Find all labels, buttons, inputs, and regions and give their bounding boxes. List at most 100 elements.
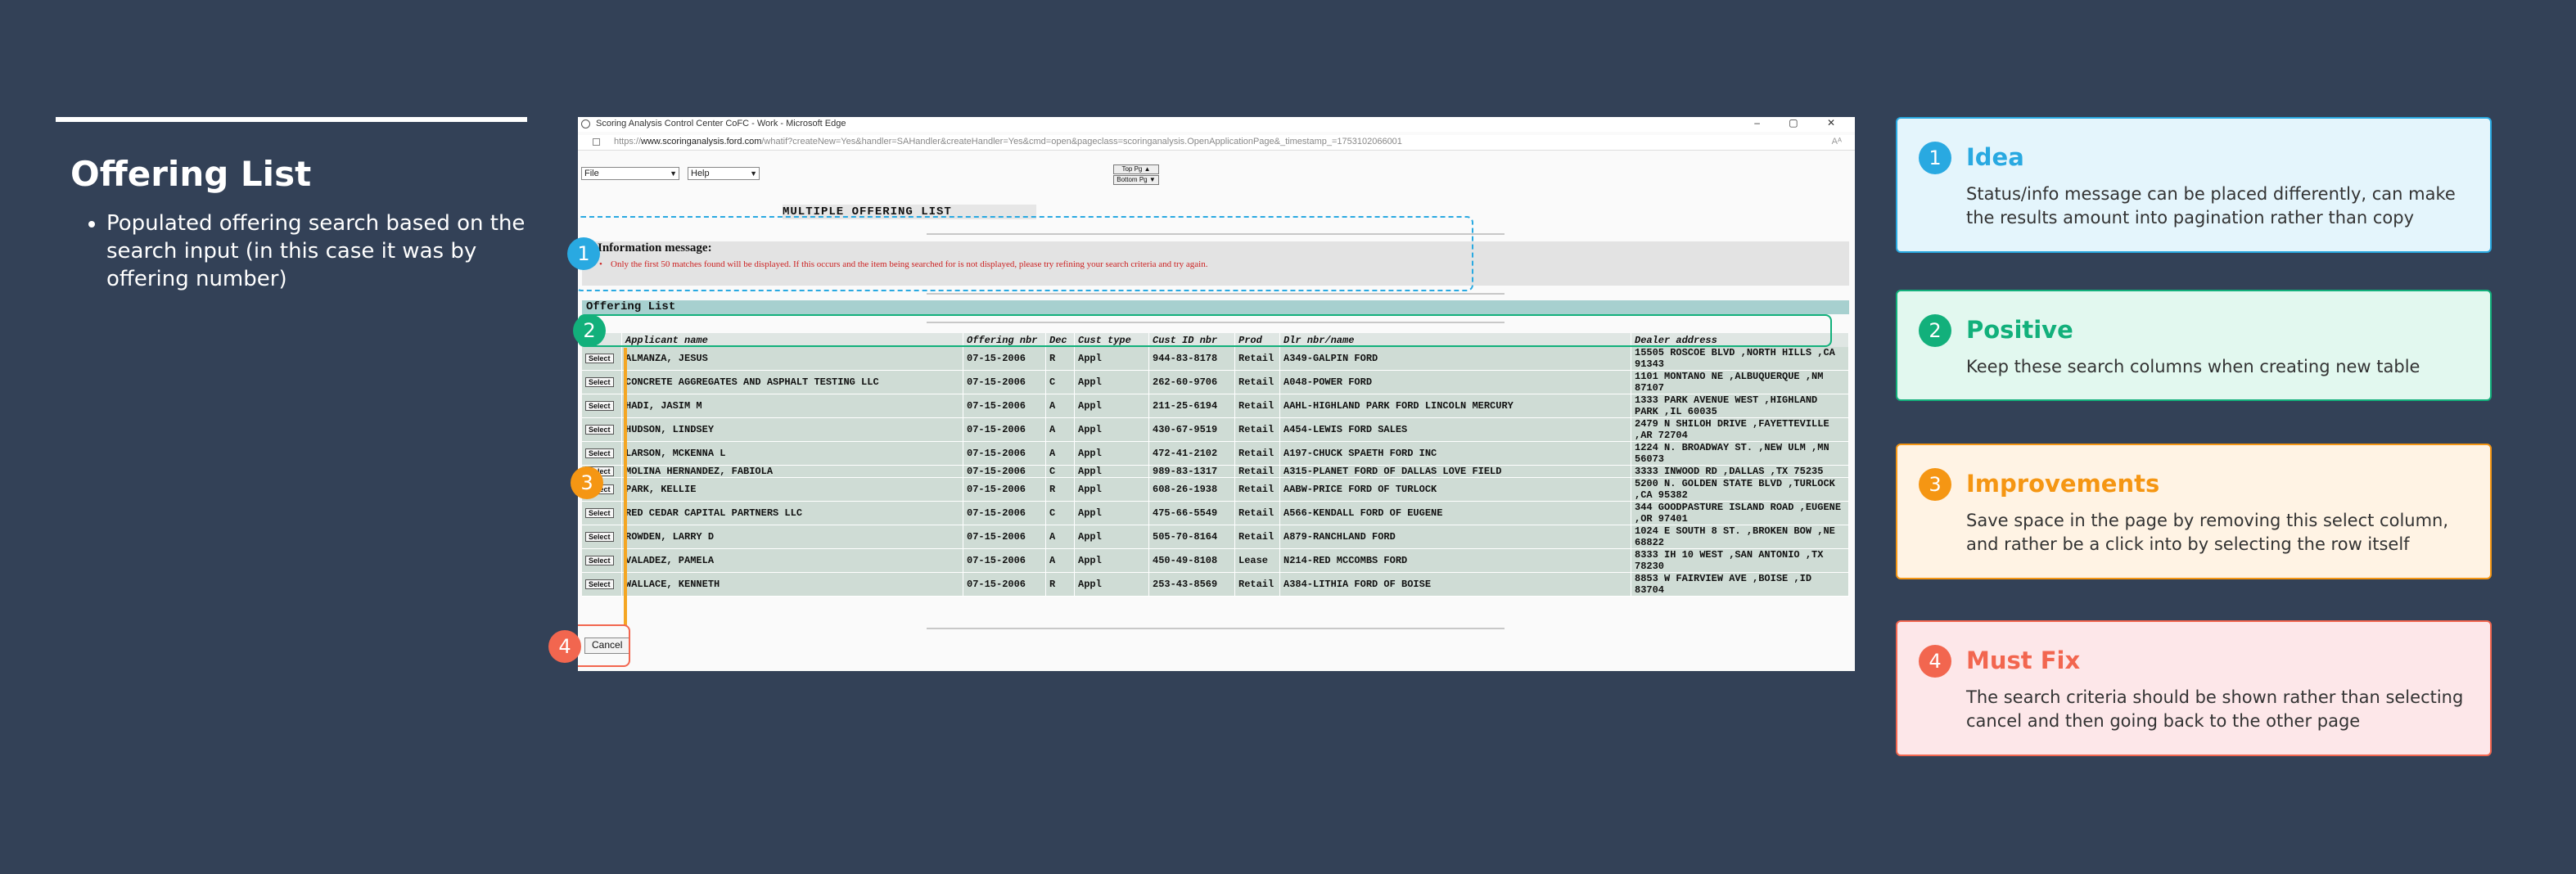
table-row[interactable]: Select LARSON, MCKENNA L 07-15-2006 A Appl 47…	[582, 441, 1849, 466]
customer-id: 450-49-8108	[1148, 548, 1235, 573]
bottom-page-button[interactable]: Bottom Pg ▼	[1113, 175, 1159, 185]
applicant-name: RED CEDAR CAPITAL PARTNERS LLC	[621, 501, 963, 525]
applicant-name: LARSON, MCKENNA L	[621, 441, 963, 466]
window-controls[interactable]: – ▢ ✕	[1754, 117, 1848, 128]
select-button[interactable]: Select	[585, 377, 614, 387]
table-row[interactable]: Select ALMANZA, JESUS 07-15-2006 R Appl 944-8…	[582, 347, 1849, 371]
offering-number: 07-15-2006	[963, 441, 1046, 466]
table-row[interactable]: Select ROWDEN, LARRY D 07-15-2006 A Appl 505-…	[582, 525, 1849, 549]
product: Lease	[1234, 548, 1280, 573]
applicant-name: WALLACE, KENNETH	[621, 572, 963, 597]
top-page-button[interactable]: Top Pg ▲	[1113, 164, 1159, 174]
description-list: Populated offering search based on the s…	[70, 209, 565, 293]
product: Retail	[1234, 370, 1280, 394]
customer-type: Appl	[1074, 394, 1149, 418]
url-text[interactable]: https://www.scoringanalysis.ford.com/wha…	[614, 137, 1402, 146]
dealer-address: 5200 N. GOLDEN STATE BLVD ,TURLOCK ,CA 9…	[1631, 477, 1849, 502]
select-button[interactable]: Select	[585, 579, 614, 589]
card-body: The search criteria should be shown rath…	[1966, 687, 2464, 731]
window-title: Scoring Analysis Control Center CoFC - W…	[596, 119, 846, 128]
select-button[interactable]: Select	[585, 448, 614, 458]
customer-id: 262-60-9706	[1148, 370, 1235, 394]
decision: A	[1045, 394, 1075, 418]
offering-number: 07-15-2006	[963, 394, 1046, 418]
card-body: Keep these search columns when creating …	[1966, 357, 2420, 376]
select-button[interactable]: Select	[585, 532, 614, 542]
card-must-fix: 4 Must Fix The search criteria should be…	[1896, 620, 2492, 756]
dealer-name: A197-CHUCK SPAETH FORD INC	[1279, 441, 1631, 466]
slide-title: Offering List	[70, 154, 312, 194]
customer-type: Appl	[1074, 477, 1149, 502]
dealer-address: 344 GOODPASTURE ISLAND ROAD ,EUGENE ,OR …	[1631, 501, 1849, 525]
product: Retail	[1234, 477, 1280, 502]
dealer-address: 1224 N. BROADWAY ST. ,NEW ULM ,MN 56073	[1631, 441, 1849, 466]
customer-type: Appl	[1074, 572, 1149, 597]
dealer-name: AAHL-HIGHLAND PARK FORD LINCOLN MERCURY	[1279, 394, 1631, 418]
select-button[interactable]: Select	[585, 556, 614, 565]
window-titlebar: Scoring Analysis Control Center CoFC - W…	[578, 117, 1855, 132]
select-button[interactable]: Select	[585, 508, 614, 518]
dealer-address: 8853 W FAIRVIEW AVE ,BOISE ,ID 83704	[1631, 572, 1849, 597]
table-row[interactable]: Select HUDSON, LINDSEY 07-15-2006 A Appl 430-…	[582, 417, 1849, 442]
dealer-name: AABW-PRICE FORD OF TURLOCK	[1279, 477, 1631, 502]
select-button[interactable]: Select	[585, 425, 614, 435]
card-improvements: 3 Improvements Save space in the page by…	[1896, 444, 2492, 579]
table-row[interactable]: Select WALLACE, KENNETH 07-15-2006 R Appl 253…	[582, 572, 1849, 597]
customer-id: 505-70-8164	[1148, 525, 1235, 549]
marker-4: 4	[548, 630, 581, 663]
customer-id: 989-83-1317	[1148, 465, 1235, 478]
card-number: 1	[1919, 142, 1951, 174]
reader-mode-icon[interactable]: Aᴬ	[1832, 137, 1842, 146]
product: Retail	[1234, 394, 1280, 418]
table-row[interactable]: Select CONCRETE AGGREGATES AND ASPHALT TE…	[582, 370, 1849, 394]
card-body: Save space in the page by removing this …	[1966, 511, 2449, 554]
product: Retail	[1234, 525, 1280, 549]
customer-type: Appl	[1074, 370, 1149, 394]
customer-type: Appl	[1074, 525, 1149, 549]
offering-number: 07-15-2006	[963, 465, 1046, 478]
offering-number: 07-15-2006	[963, 525, 1046, 549]
address-bar[interactable]: https://www.scoringanalysis.ford.com/wha…	[578, 135, 1855, 151]
select-cell: Select	[582, 548, 622, 573]
offering-number: 07-15-2006	[963, 347, 1046, 371]
marker-1: 1	[567, 237, 600, 270]
applicant-name: VALADEZ, PAMELA	[621, 548, 963, 573]
select-button[interactable]: Select	[585, 401, 614, 411]
card-idea: 1 Idea Status/info message can be placed…	[1896, 117, 2492, 253]
customer-id: 608-26-1938	[1148, 477, 1235, 502]
select-cell: Select	[582, 501, 622, 525]
page-nav-buttons: Top Pg ▲ Bottom Pg ▼	[1113, 164, 1159, 186]
offering-list-bar	[582, 300, 1849, 314]
card-positive: 2 Positive Keep these search columns whe…	[1896, 290, 2492, 401]
card-number: 2	[1919, 314, 1951, 347]
product: Retail	[1234, 572, 1280, 597]
dealer-address: 1024 E SOUTH 8 ST. ,BROKEN BOW ,NE 68822	[1631, 525, 1849, 549]
help-menu-select[interactable]: Help ▼	[688, 167, 760, 180]
file-menu-select[interactable]: File ▼	[581, 167, 679, 180]
customer-type: Appl	[1074, 501, 1149, 525]
dealer-name: A349-GALPIN FORD	[1279, 347, 1631, 371]
card-title: Positive	[1966, 316, 2073, 344]
table-row[interactable]: Select RED CEDAR CAPITAL PARTNERS LLC 07-1…	[582, 501, 1849, 525]
select-button[interactable]: Select	[585, 354, 614, 363]
dealer-name: A566-KENDALL FORD OF EUGENE	[1279, 501, 1631, 525]
select-cell: Select	[582, 417, 622, 442]
dealer-address: 15505 ROSCOE BLVD ,NORTH HILLS ,CA 91343	[1631, 347, 1849, 371]
select-cell: Select	[582, 441, 622, 466]
customer-type: Appl	[1074, 347, 1149, 371]
annotation-box-4	[578, 624, 630, 667]
decision: A	[1045, 417, 1075, 442]
table-row[interactable]: Select HADI, JASIM M 07-15-2006 A Appl 211-25…	[582, 394, 1849, 418]
table-row[interactable]: Select MOLINA HERNANDEZ, FABIOLA 07-15-200…	[582, 465, 1849, 478]
dealer-name: A454-LEWIS FORD SALES	[1279, 417, 1631, 442]
customer-id: 430-67-9519	[1148, 417, 1235, 442]
select-cell: Select	[582, 572, 622, 597]
dealer-address: 2479 N SHILOH DRIVE ,FAYETTEVILLE ,AR 72…	[1631, 417, 1849, 442]
dealer-name: A048-POWER FORD	[1279, 370, 1631, 394]
dealer-name: A315-PLANET FORD OF DALLAS LOVE FIELD	[1279, 465, 1631, 478]
card-number: 3	[1919, 468, 1951, 501]
applicant-name: MOLINA HERNANDEZ, FABIOLA	[621, 465, 963, 478]
table-row[interactable]: SelectPARK, KELLIE07-15-2006RAppl608-26-…	[582, 477, 1849, 502]
table-row[interactable]: Select VALADEZ, PAMELA 07-15-2006 A Appl 450-…	[582, 548, 1849, 573]
description-bullet: Populated offering search based on the s…	[106, 209, 565, 293]
